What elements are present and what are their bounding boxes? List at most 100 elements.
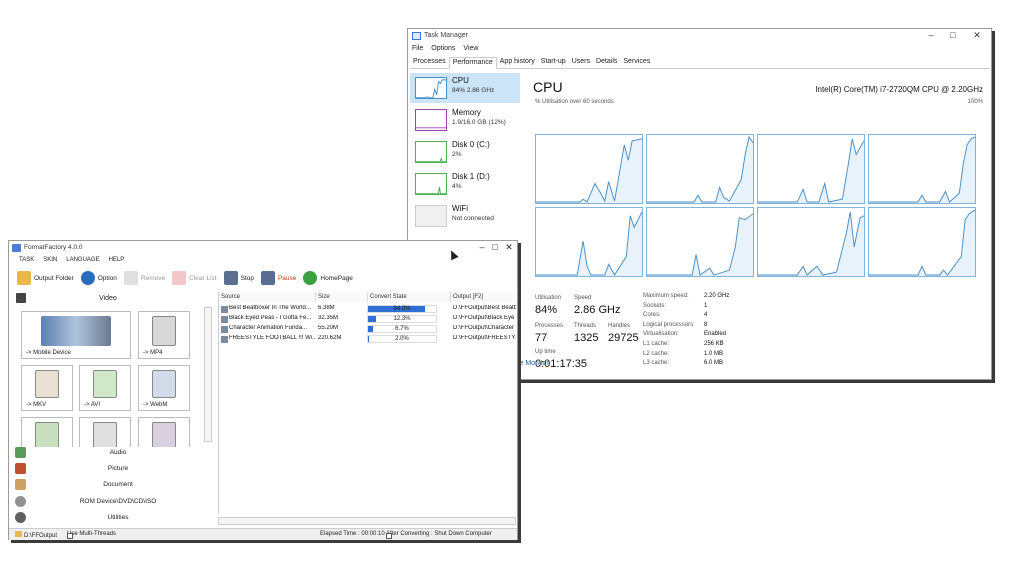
option-label: Option [97, 274, 117, 282]
column-source[interactable]: Source [219, 292, 316, 302]
resource-monitor-link[interactable]: ce Monitor [516, 360, 549, 367]
stop-button[interactable]: Stop [223, 271, 254, 285]
folder-icon [15, 531, 22, 537]
maximize-icon[interactable]: □ [942, 30, 964, 40]
task-manager-menubar: File Options View [412, 45, 478, 52]
resource-detail: 4% [452, 183, 462, 190]
row-size: 6.38M [318, 305, 335, 311]
category-audio[interactable]: Audio [13, 445, 213, 460]
tile-label: -> AVI [84, 402, 101, 408]
column-size[interactable]: Size [316, 292, 368, 302]
tiles-scrollbar[interactable] [204, 307, 212, 442]
spec-value: 1.0 MB [704, 350, 724, 357]
category-document[interactable]: Document [13, 477, 213, 492]
table-row[interactable]: Best Beatboxer In The World... 6.38M 84.0%… [219, 304, 516, 314]
handles-label: Handles [608, 323, 631, 329]
utilisation-value: 84% [535, 304, 558, 316]
format-factory-titlebar[interactable]: FormatFactory 4.0.0 – □ ✕ [9, 241, 517, 255]
wmv-icon [152, 422, 176, 447]
row-output: D:\FFOutput\FREESTYL [453, 335, 516, 341]
option-button[interactable]: Option [80, 271, 117, 285]
output-folder-button[interactable]: Output Folder [17, 271, 74, 285]
row-source: FREESTYLE FOOTBALL !!! Wi... [229, 335, 315, 341]
homepage-button[interactable]: HomePage [303, 271, 353, 285]
mp4-icon [152, 316, 176, 346]
resource-detail: Not connected [452, 215, 494, 222]
category-rom-device[interactable]: ROM Device\DVD\CD\ISO [13, 494, 213, 509]
category-utilities[interactable]: Utilities [13, 510, 213, 525]
homepage-label: HomePage [320, 274, 353, 282]
task-manager-titlebar[interactable]: Task Manager – □ ✕ [408, 29, 991, 43]
tile-avi[interactable]: -> AVI [79, 365, 131, 411]
table-row[interactable]: Black Eyed Peas - I Gotta Fe... 32.35M 12.… [219, 314, 516, 324]
spec-value: 4 [704, 312, 708, 319]
graph-label: % Utilisation over 60 seconds [535, 99, 614, 105]
tile-mp4[interactable]: -> MP4 [138, 311, 190, 359]
avi-icon [93, 370, 117, 398]
logical-processor-graph [535, 207, 643, 277]
menu-view[interactable]: View [463, 45, 478, 52]
disk-0-thumbnail [415, 141, 447, 163]
video-file-icon [221, 306, 228, 313]
column-convert-state[interactable]: Convert State [368, 292, 451, 302]
cpu-thumbnail [415, 77, 447, 99]
row-source: Best Beatboxer In The World... [229, 305, 311, 311]
resource-cpu[interactable]: CPU 84% 2.86 GHz [410, 73, 520, 103]
video-section-header[interactable]: Video [13, 292, 213, 304]
menu-language[interactable]: LANGUAGE [66, 257, 99, 263]
after-converting-checkbox[interactable]: After Converting : Shut Down Computer [386, 531, 492, 539]
tile-wmv[interactable] [138, 417, 190, 447]
resource-disk-0[interactable]: Disk 0 (C:) 2% [410, 137, 520, 167]
column-output[interactable]: Output [F2] [451, 292, 516, 302]
status-output-path[interactable]: D:\FFOutput [15, 531, 57, 539]
logical-processor-graph [757, 134, 865, 204]
category-picture[interactable]: Picture [13, 461, 213, 476]
graph-max: 100% [967, 99, 983, 105]
tile-webm[interactable]: -> WebM [138, 365, 190, 411]
video-file-icon [221, 336, 228, 343]
table-scrollbar[interactable] [218, 517, 516, 525]
stop-icon [223, 271, 238, 285]
resource-wifi[interactable]: WiFi Not connected [410, 201, 520, 231]
tile-convert[interactable] [21, 417, 73, 447]
tab-users[interactable]: Users [569, 57, 593, 68]
spec-key: L1 cache: [643, 341, 670, 347]
tab-processes[interactable]: Processes [410, 57, 449, 68]
row-size: 220.62M [318, 335, 342, 341]
close-icon[interactable]: ✕ [498, 242, 520, 253]
tab-services[interactable]: Services [620, 57, 653, 68]
logical-processor-graph [868, 207, 976, 277]
menu-help[interactable]: HELP [109, 257, 125, 263]
clear-list-button[interactable]: Clear List [172, 271, 217, 285]
tab-startup[interactable]: Start-up [538, 57, 569, 68]
tab-app-history[interactable]: App history [497, 57, 538, 68]
pause-button[interactable]: Pause [260, 271, 296, 285]
row-progress-bar: 12.3% [367, 315, 437, 323]
remove-button[interactable]: Remove [123, 271, 165, 285]
close-icon[interactable]: ✕ [966, 30, 988, 41]
webm-icon [152, 370, 176, 398]
resource-disk-1[interactable]: Disk 1 (D:) 4% [410, 169, 520, 199]
table-row[interactable]: Character Animation Funda... 55.20M 6.7% D:… [219, 324, 516, 334]
task-table: Source Size Convert State Output [F2] Be… [218, 292, 516, 514]
tab-performance[interactable]: Performance [448, 57, 497, 69]
resource-memory[interactable]: Memory 1.9/16.0 GB (12%) [410, 105, 520, 135]
minimize-icon[interactable]: – [920, 30, 942, 40]
tile-mkv[interactable]: -> MKV [21, 365, 73, 411]
table-row[interactable]: FREESTYLE FOOTBALL !!! Wi... 220.62M 2.0% D… [219, 334, 516, 344]
row-progress-text: 2.0% [395, 336, 409, 342]
tile-mobile-device[interactable]: -> Mobile Device [21, 311, 131, 359]
handles-value: 29725 [608, 332, 639, 344]
category-label: Picture [107, 465, 129, 472]
tile-gif[interactable] [79, 417, 131, 447]
format-factory-title: FormatFactory 4.0.0 [24, 244, 83, 251]
menu-task[interactable]: TASK [19, 257, 34, 263]
menu-options[interactable]: Options [431, 45, 455, 52]
disk-1-thumbnail [415, 173, 447, 195]
menu-skin[interactable]: SKIN [43, 257, 57, 263]
spec-key: L3 cache: [643, 360, 670, 367]
gif-icon [93, 422, 117, 447]
menu-file[interactable]: File [412, 45, 423, 52]
tab-details[interactable]: Details [593, 57, 620, 68]
multi-threads-checkbox[interactable]: Use Multi-Threads [67, 531, 116, 539]
